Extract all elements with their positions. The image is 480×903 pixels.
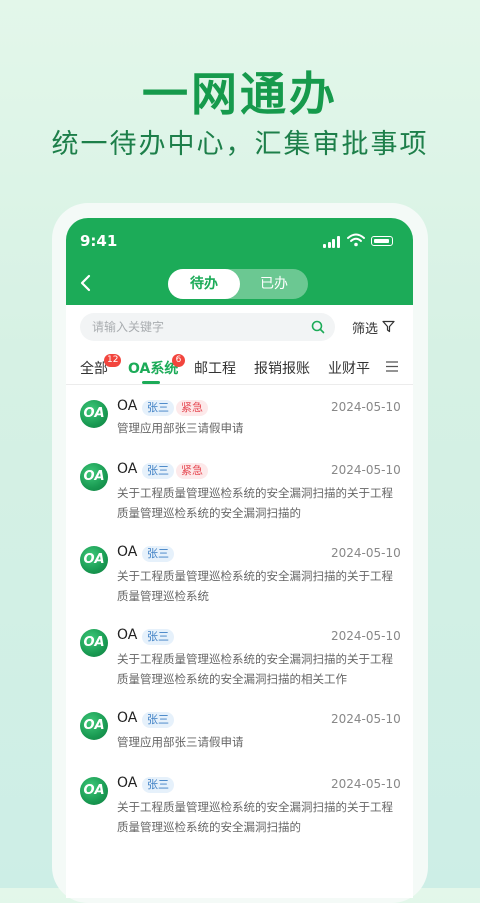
search-box [80, 313, 335, 341]
app-screen: 9:41 待办 已办 筛选 全部 [66, 218, 413, 898]
item-date: 2024-05-10 [331, 546, 401, 560]
signal-icon [323, 236, 341, 248]
tab-all[interactable]: 全部 12 [80, 354, 122, 378]
user-tag: 张三 [142, 712, 174, 728]
item-description: 管理应用部张三请假申请 [117, 421, 244, 435]
item-date: 2024-05-10 [331, 777, 401, 791]
item-description: 关于工程质量管理巡检系统的安全漏洞扫描的关于工程质量管理巡检系统的安全漏洞扫描的 [117, 486, 393, 520]
item-date: 2024-05-10 [331, 400, 401, 414]
active-tab-indicator [142, 381, 160, 384]
oa-app-icon: OA [80, 629, 108, 657]
oa-app-icon: OA [80, 712, 108, 740]
user-tag: 张三 [142, 546, 174, 562]
user-tag: 张三 [142, 629, 174, 645]
item-description: 关于工程质量管理巡检系统的安全漏洞扫描的关于工程质量管理巡检系统的安全漏洞扫描的 [117, 800, 393, 834]
tab-expense[interactable]: 报销报账 [254, 358, 310, 378]
hero-title: 一网通办 [142, 67, 338, 121]
battery-icon [371, 236, 393, 246]
segment-done[interactable]: 已办 [240, 269, 308, 299]
status-time: 9:41 [80, 232, 118, 250]
status-segmented-control: 待办 已办 [168, 269, 308, 299]
category-tabs: 全部 12 OA系统 6 邮工程 报销报账 业财平 [66, 350, 413, 385]
item-description: 关于工程质量管理巡检系统的安全漏洞扫描的关于工程质量管理巡检系统 [117, 569, 393, 603]
oa-app-icon: OA [80, 400, 108, 428]
item-description: 管理应用部张三请假申请 [117, 735, 244, 749]
urgent-tag: 紧急 [176, 463, 208, 479]
item-description: 关于工程质量管理巡检系统的安全漏洞扫描的关于工程质量管理巡检系统的安全漏洞扫描的… [117, 652, 393, 686]
count-badge: 6 [172, 354, 185, 367]
count-badge: 12 [104, 354, 122, 367]
tab-label: OA系统 [128, 361, 179, 377]
funnel-icon[interactable] [382, 320, 395, 333]
item-source: OA [117, 710, 138, 726]
user-tag: 张三 [142, 777, 174, 793]
item-source: OA [117, 398, 138, 414]
item-source: OA [117, 627, 138, 643]
search-input[interactable] [92, 313, 302, 341]
search-icon[interactable] [311, 320, 325, 334]
filter-button[interactable]: 筛选 [352, 318, 378, 337]
back-arrow-icon[interactable] [79, 272, 93, 294]
item-date: 2024-05-10 [331, 712, 401, 726]
item-source: OA [117, 775, 138, 791]
item-source: OA [117, 461, 138, 477]
user-tag: 张三 [142, 463, 174, 479]
oa-app-icon: OA [80, 463, 108, 491]
user-tag: 张三 [142, 400, 174, 416]
hero-subtitle: 统一待办中心，汇集审批事项 [51, 129, 429, 160]
oa-app-icon: OA [80, 777, 108, 805]
oa-app-icon: OA [80, 546, 108, 574]
item-date: 2024-05-10 [331, 629, 401, 643]
item-source: OA [117, 544, 138, 560]
item-date: 2024-05-10 [331, 463, 401, 477]
segment-todo[interactable]: 待办 [168, 269, 240, 299]
tab-finance[interactable]: 业财平 [328, 358, 370, 378]
wifi-icon [347, 233, 365, 247]
app-header: 9:41 待办 已办 [66, 218, 413, 305]
urgent-tag: 紧急 [176, 400, 208, 416]
menu-icon[interactable] [386, 361, 398, 372]
tab-oa[interactable]: OA系统 6 [128, 354, 185, 378]
tab-post-engineering[interactable]: 邮工程 [194, 358, 236, 378]
